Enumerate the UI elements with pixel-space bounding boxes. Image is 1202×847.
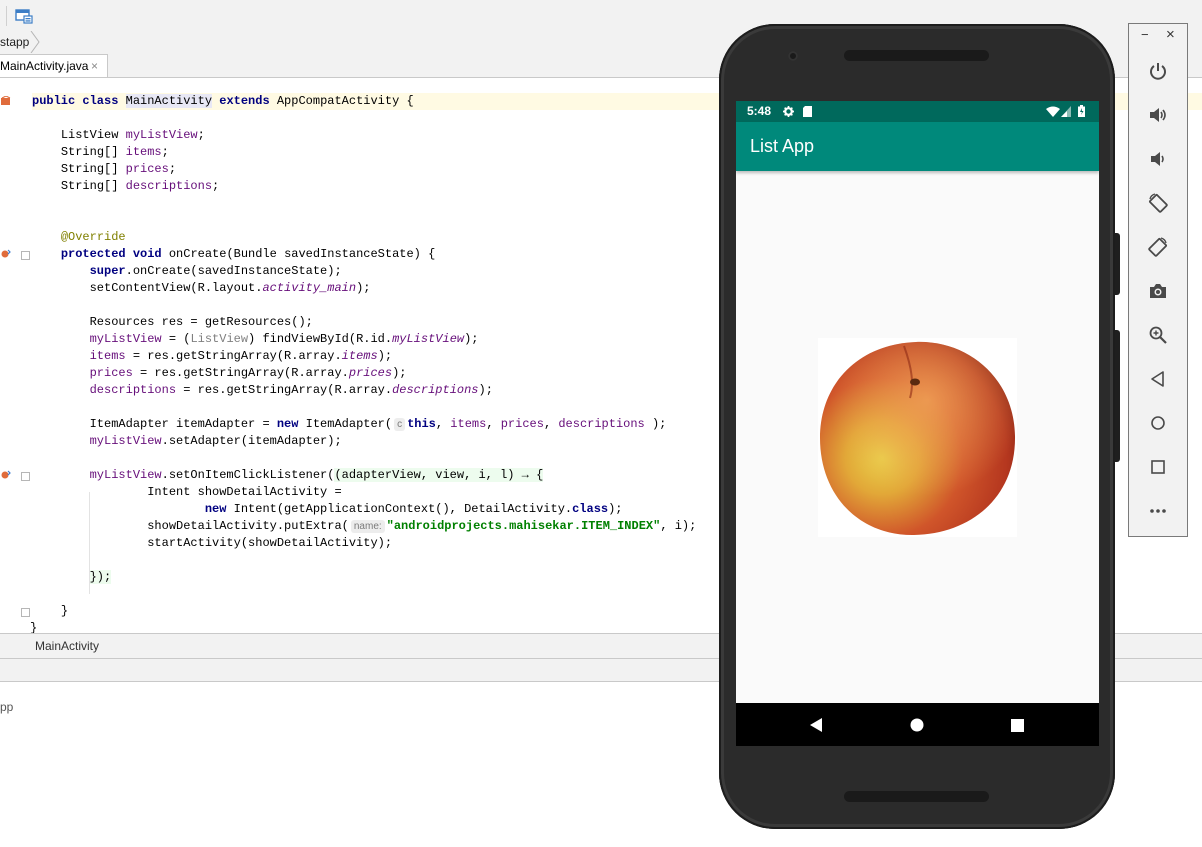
breadcrumb-chevron-icon [30, 31, 40, 53]
nav-recents-icon[interactable] [1011, 719, 1024, 732]
wifi-icon [1046, 106, 1060, 117]
code-line: Resources res = getResources(); [89, 315, 313, 329]
back-icon[interactable] [1148, 369, 1168, 389]
screenshot-camera-icon[interactable] [1148, 281, 1168, 301]
emulator-controls-panel: − × [1128, 23, 1188, 537]
code-line: startActivity(showDetailActivity); [147, 536, 393, 550]
code-line: new Intent(getApplicationContext(), Deta… [204, 502, 623, 516]
toolbar-separator [6, 6, 7, 26]
code-line: items = res.getStringArray(R.array.items… [89, 349, 393, 363]
fold-toggle[interactable] [21, 251, 30, 260]
code-line: String[] items; [60, 145, 169, 159]
camera-icon [788, 51, 798, 61]
structure-class-label[interactable]: MainActivity [35, 634, 99, 658]
app-toolbar: List App [736, 122, 1099, 171]
code-line: prices = res.getStringArray(R.array.pric… [89, 366, 407, 380]
power-icon[interactable] [1148, 61, 1168, 81]
code-line: } [30, 621, 38, 633]
nav-back-icon[interactable] [809, 718, 823, 732]
code-line: myListView.setAdapter(itemAdapter); [89, 434, 342, 448]
more-options-icon[interactable] [1148, 501, 1168, 521]
tab-label: MainActivity.java [0, 59, 89, 73]
implementation-marker-icon[interactable] [1, 96, 11, 106]
battery-icon [1078, 105, 1085, 117]
close-button[interactable]: × [1166, 26, 1175, 43]
app-title: List App [750, 136, 815, 156]
editor-gutter [0, 78, 32, 633]
override-marker-icon[interactable] [1, 249, 11, 259]
earpiece-speaker [844, 50, 989, 61]
code-line: showDetailActivity.putExtra(name: "androi… [147, 519, 697, 533]
code-line: ListView myListView; [60, 128, 205, 142]
parameter-hint: name: [350, 520, 385, 533]
volume-up-icon[interactable] [1148, 105, 1168, 125]
lambda-marker-icon[interactable] [1, 470, 11, 480]
rotate-right-icon[interactable] [1148, 237, 1168, 257]
minimize-button[interactable]: − [1141, 27, 1149, 42]
code-line: protected void onCreate(Bundle savedInst… [60, 247, 436, 261]
rotate-left-icon[interactable] [1148, 193, 1168, 213]
code-line: Intent showDetailActivity = [147, 485, 342, 499]
sd-card-icon [803, 106, 812, 117]
bottom-panel-text: pp [0, 700, 14, 714]
peach-image [818, 338, 1017, 537]
code-line: }); [89, 570, 112, 584]
nav-home-icon[interactable] [910, 718, 924, 732]
volume-down-icon[interactable] [1148, 149, 1168, 169]
overview-icon[interactable] [1148, 457, 1168, 477]
code-line: super.onCreate(savedInstanceState); [89, 264, 342, 278]
code-line: public class MainActivity extends AppCom… [32, 94, 414, 108]
code-line: String[] descriptions; [60, 179, 220, 193]
signal-icon [1061, 106, 1071, 117]
zoom-icon[interactable] [1148, 325, 1168, 345]
code-line: @Override [60, 230, 126, 244]
code-line: descriptions = res.getStringArray(R.arra… [89, 383, 493, 397]
fold-toggle[interactable] [21, 608, 30, 617]
settings-gear-icon [783, 106, 794, 117]
project-structure-icon[interactable] [15, 8, 33, 24]
code-line: myListView = (ListView) findViewById(R.i… [89, 332, 479, 346]
status-bar: 5:48 [736, 101, 1099, 122]
peach-illustration [820, 341, 1016, 536]
code-line: setContentView(R.layout.activity_main); [89, 281, 371, 295]
code-line: ItemAdapter itemAdapter = new ItemAdapte… [89, 417, 667, 431]
status-time: 5:48 [747, 104, 772, 118]
home-icon[interactable] [1148, 413, 1168, 433]
code-line: myListView.setOnItemClickListener((adapt… [89, 468, 544, 482]
tab-close-icon[interactable]: × [91, 55, 98, 77]
tab-main-activity[interactable]: MainActivity.java × [0, 54, 108, 77]
fold-toggle[interactable] [21, 472, 30, 481]
bottom-speaker [844, 791, 989, 802]
system-nav-bar [736, 703, 1099, 746]
device-screen[interactable]: 5:48 List App [736, 101, 1099, 746]
code-line: String[] prices; [60, 162, 177, 176]
code-line: } [60, 604, 69, 618]
parameter-hint: c [394, 418, 406, 431]
